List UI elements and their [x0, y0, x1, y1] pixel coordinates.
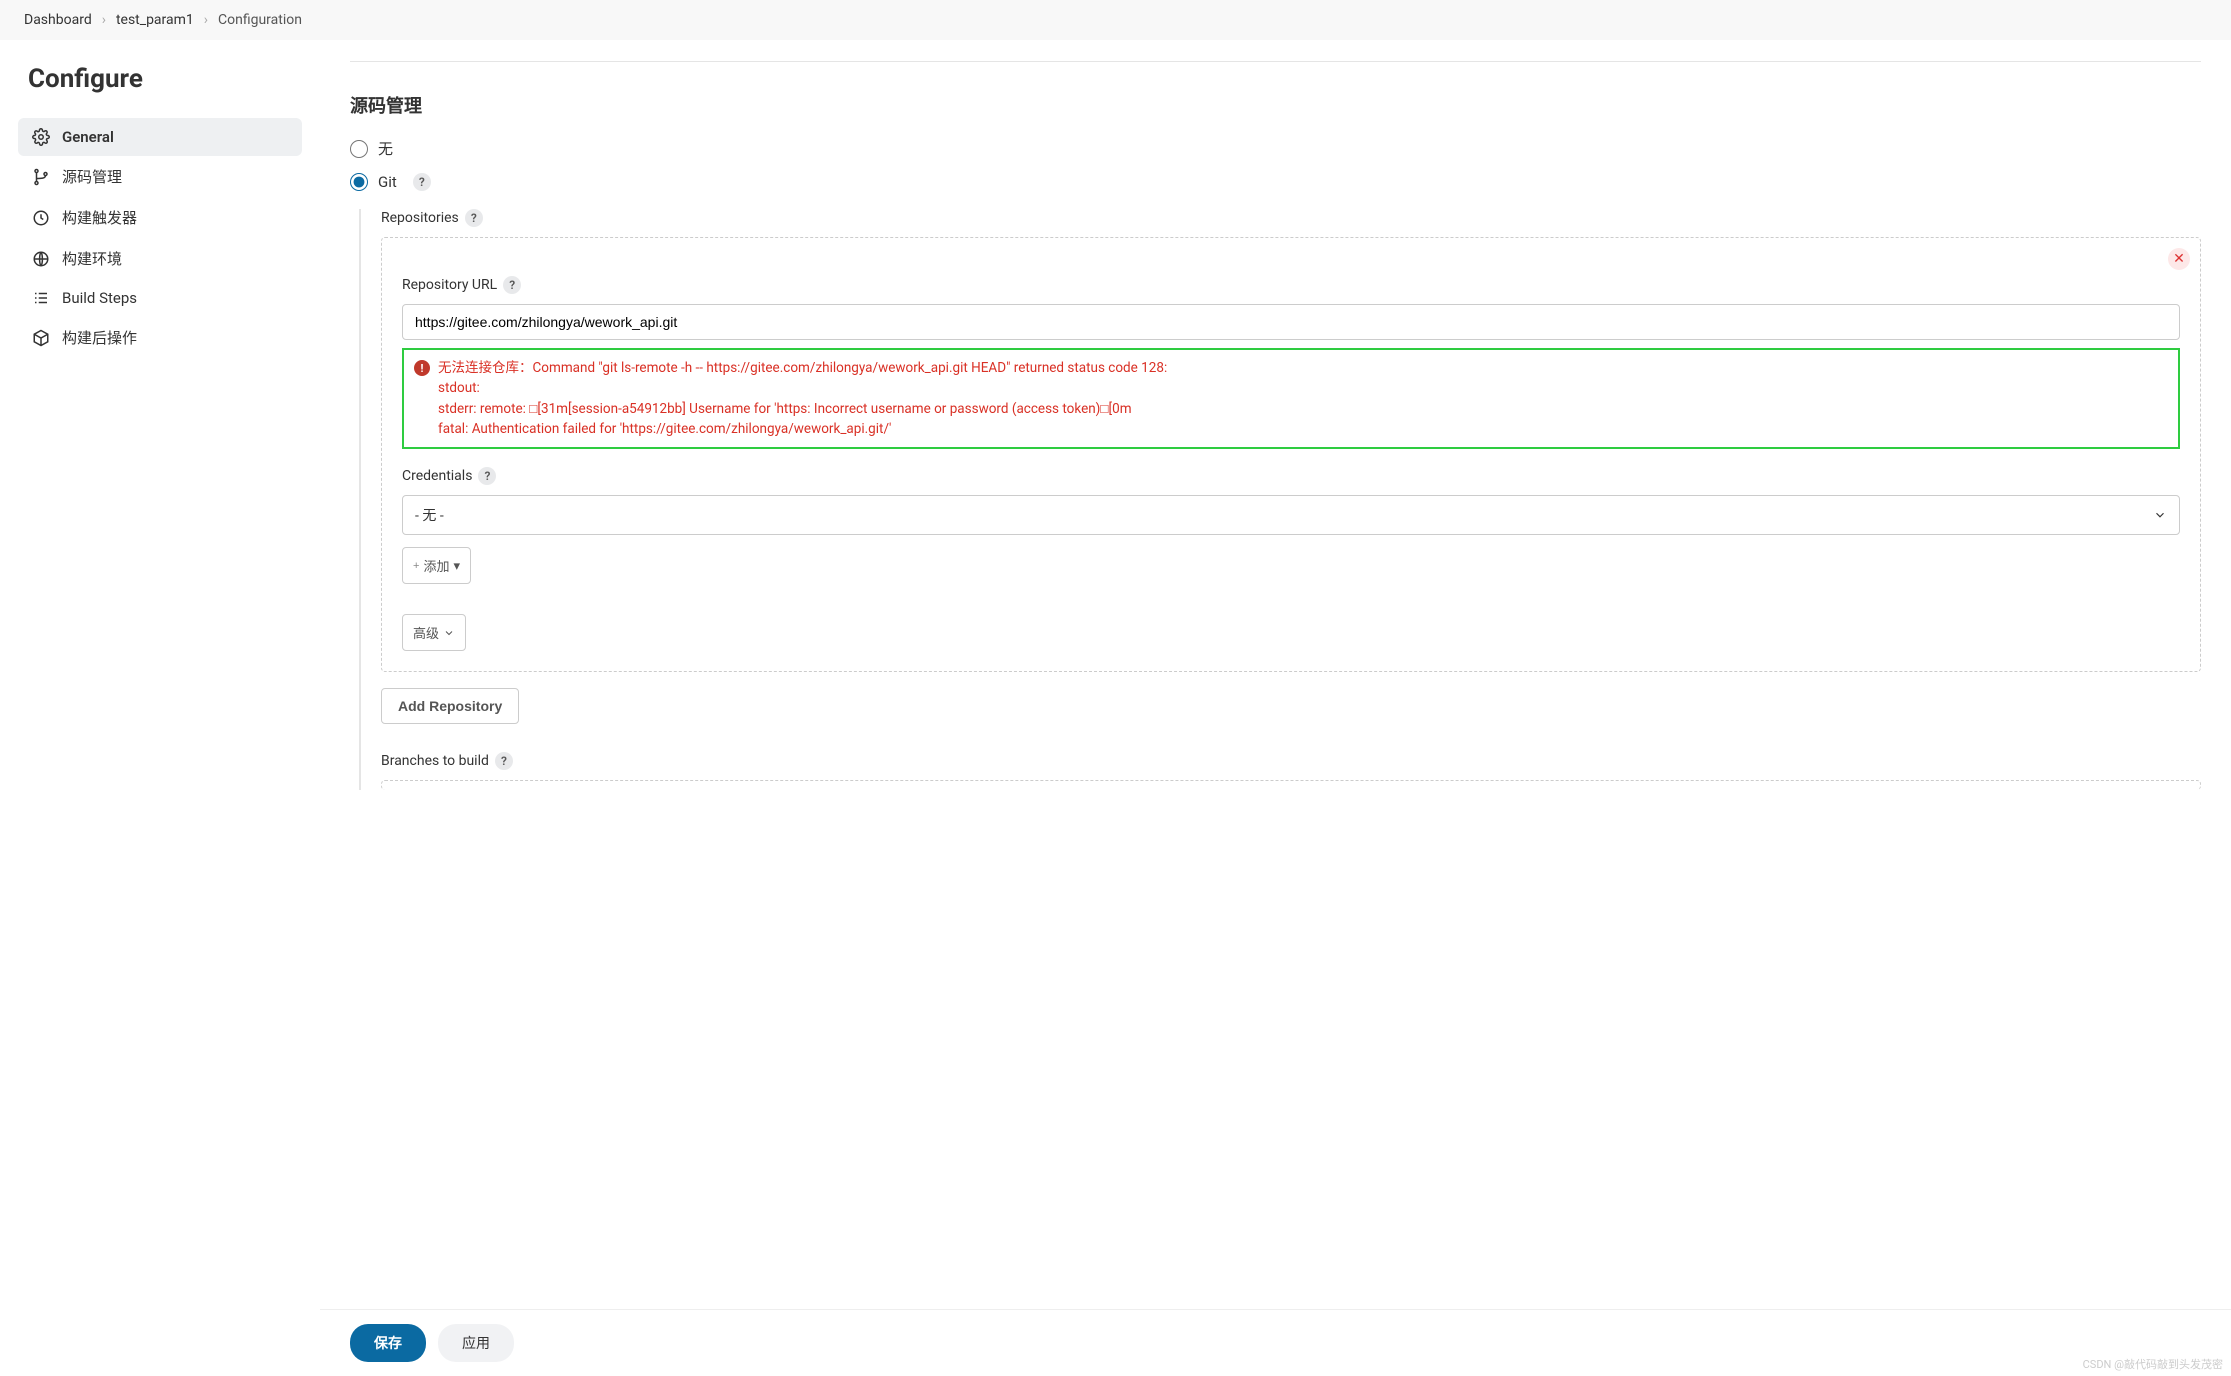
sidebar-item-label: Build Steps [62, 289, 137, 307]
breadcrumb-current: Configuration [218, 12, 302, 28]
advanced-label: 高级 [413, 623, 439, 642]
branches-box [381, 780, 2201, 790]
error-box: ! 无法连接仓库：Command "git ls-remote -h -- ht… [402, 348, 2180, 449]
repositories-label: Repositories ? [381, 209, 2201, 227]
sidebar-item-label: General [62, 128, 114, 146]
credentials-select[interactable]: - 无 - [402, 495, 2180, 535]
error-text: 无法连接仓库：Command "git ls-remote -h -- http… [438, 358, 1167, 439]
radio-git-row: Git ? [350, 173, 2201, 191]
radio-scm-none[interactable] [350, 140, 368, 158]
help-icon[interactable]: ? [503, 276, 521, 294]
help-icon[interactable]: ? [413, 173, 431, 191]
sidebar-item-label: 构建环境 [62, 248, 122, 269]
breadcrumb-job[interactable]: test_param1 [116, 12, 194, 28]
footer-bar: 保存 应用 [320, 1309, 2231, 1376]
branches-label-text: Branches to build [381, 753, 489, 769]
breadcrumb: Dashboard › test_param1 › Configuration [0, 0, 2231, 40]
sidebar-item-label: 源码管理 [62, 166, 122, 187]
close-icon[interactable]: ✕ [2168, 248, 2190, 270]
credentials-label: Credentials ? [402, 467, 2180, 485]
error-line: stderr: remote: □[31m[session-a54912bb] … [438, 399, 1167, 419]
breadcrumb-dashboard[interactable]: Dashboard [24, 12, 92, 28]
help-icon[interactable]: ? [465, 209, 483, 227]
chevron-down-icon [2153, 508, 2167, 522]
help-icon[interactable]: ? [495, 752, 513, 770]
error-line: stdout: [438, 378, 1167, 398]
plus-icon: + [413, 560, 419, 572]
page-title: Configure [18, 64, 302, 94]
caret-down-icon: ▾ [453, 558, 460, 574]
git-branch-icon [32, 168, 50, 186]
radio-git-label: Git [378, 173, 397, 191]
chevron-down-icon [443, 627, 455, 639]
sidebar-item-post-build[interactable]: 构建后操作 [18, 317, 302, 358]
sidebar-item-build-steps[interactable]: Build Steps [18, 279, 302, 317]
apply-button[interactable]: 应用 [438, 1324, 514, 1362]
repositories-label-text: Repositories [381, 210, 459, 226]
sidebar-item-label: 构建后操作 [62, 327, 137, 348]
package-icon [32, 329, 50, 347]
save-button[interactable]: 保存 [350, 1324, 426, 1362]
sidebar-item-general[interactable]: General [18, 118, 302, 156]
main-content: 源码管理 无 Git ? Repositories ? ✕ Repository… [320, 40, 2231, 890]
repository-box: ✕ Repository URL ? ! 无法连接仓库：Command "git… [381, 237, 2201, 672]
sidebar-item-triggers[interactable]: 构建触发器 [18, 197, 302, 238]
add-credentials-label: 添加 [423, 556, 449, 575]
sidebar: Configure General 源码管理 构建触发器 构建环境 [0, 40, 320, 890]
divider [350, 61, 2201, 62]
clock-icon [32, 209, 50, 227]
git-subsection: Repositories ? ✕ Repository URL ? ! 无法连接… [359, 209, 2201, 790]
list-icon [32, 289, 50, 307]
section-title-scm: 源码管理 [350, 92, 2201, 118]
help-icon[interactable]: ? [478, 467, 496, 485]
radio-none-row: 无 [350, 138, 2201, 159]
branches-label: Branches to build ? [381, 752, 2201, 770]
credentials-value: - 无 - [415, 505, 444, 525]
radio-none-label: 无 [378, 138, 393, 159]
repo-url-label: Repository URL ? [402, 276, 2180, 294]
gear-icon [32, 128, 50, 146]
radio-scm-git[interactable] [350, 173, 368, 191]
error-line: fatal: Authentication failed for 'https:… [438, 419, 1167, 439]
error-icon: ! [414, 360, 430, 376]
watermark: CSDN @敲代码敲到头发茂密 [2083, 1356, 2223, 1372]
error-line: 无法连接仓库：Command "git ls-remote -h -- http… [438, 358, 1167, 378]
advanced-button[interactable]: 高级 [402, 614, 466, 651]
add-credentials-button[interactable]: + 添加 ▾ [402, 547, 471, 584]
sidebar-item-environment[interactable]: 构建环境 [18, 238, 302, 279]
repo-url-label-text: Repository URL [402, 277, 497, 293]
globe-icon [32, 250, 50, 268]
credentials-label-text: Credentials [402, 468, 472, 484]
sidebar-item-scm[interactable]: 源码管理 [18, 156, 302, 197]
chevron-right-icon: › [204, 12, 208, 28]
add-repository-button[interactable]: Add Repository [381, 688, 519, 724]
sidebar-item-label: 构建触发器 [62, 207, 137, 228]
repo-url-input[interactable] [402, 304, 2180, 340]
chevron-right-icon: › [102, 12, 106, 28]
